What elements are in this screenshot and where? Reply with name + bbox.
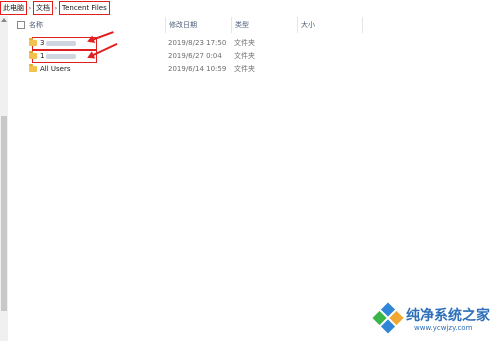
chevron-right-icon[interactable]: › [26,5,34,12]
file-date: 2019/8/23 17:50 [168,39,227,47]
select-all-checkbox[interactable] [17,21,25,29]
redacted-name [46,54,76,59]
file-type: 文件夹 [234,52,255,60]
file-date: 2019/6/27 0:04 [168,52,222,60]
folder-icon [29,64,37,72]
file-name: All Users [40,65,71,73]
file-row[interactable]: 1 2019/6/27 0:04 文件夹 [10,50,310,63]
file-row[interactable]: 3 2019/8/23 17:50 文件夹 [10,37,310,50]
column-date-modified[interactable]: 修改日期 [165,17,231,33]
file-row[interactable]: All Users 2019/6/14 10:59 文件夹 [10,64,310,75]
column-type[interactable]: 类型 [231,17,297,33]
vertical-scrollbar[interactable] [0,16,8,341]
breadcrumb-item-this-pc[interactable]: 此电脑 [0,1,27,15]
breadcrumb-item-documents[interactable]: 文档 [33,1,53,15]
breadcrumb-item-tencent-files[interactable]: Tencent Files [59,1,110,15]
chevron-right-icon[interactable]: › [52,5,60,12]
file-type: 文件夹 [234,39,255,47]
watermark-title: 纯净系统之家 [406,308,490,324]
watermark: 纯净系统之家 www.ycwjzy.com [372,302,498,338]
column-header: 名称 修改日期 类型 大小 [10,17,500,33]
breadcrumb: 此电脑 › 文档 › Tencent Files [0,0,500,16]
watermark-url: www.ycwjzy.com [414,324,473,332]
folder-icon [29,38,37,46]
redacted-name [46,41,76,46]
file-date: 2019/6/14 10:59 [168,65,227,73]
column-name[interactable]: 名称 [26,17,166,33]
file-type: 文件夹 [234,65,255,73]
windows-logo-icon [372,302,404,334]
scroll-up-icon[interactable] [1,18,7,22]
scrollbar-thumb[interactable] [1,116,7,311]
folder-icon [29,51,37,59]
column-size[interactable]: 大小 [297,17,363,33]
